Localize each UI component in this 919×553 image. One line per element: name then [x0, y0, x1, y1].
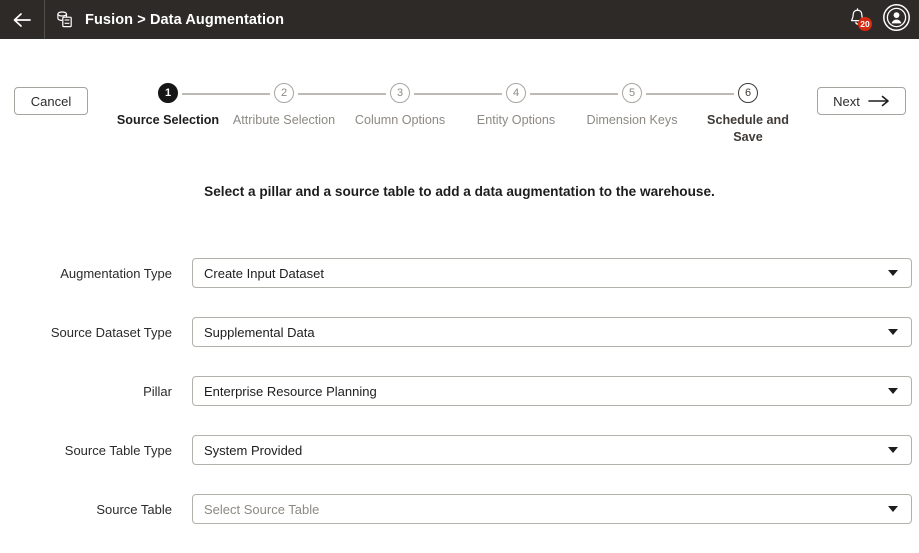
select-pillar[interactable]: Enterprise Resource Planning: [192, 376, 912, 406]
step-circle-5[interactable]: 5: [622, 83, 642, 103]
arrow-left-icon: [12, 12, 32, 28]
step-label-5: Dimension Keys: [587, 112, 678, 129]
next-button[interactable]: Next: [817, 87, 906, 115]
select-pillar-value: Enterprise Resource Planning: [193, 384, 888, 399]
arrow-right-icon: [868, 95, 890, 107]
step-label-1: Source Selection: [117, 112, 219, 129]
label-source-dataset-type: Source Dataset Type: [0, 325, 172, 340]
step-connector: [414, 93, 458, 95]
wizard-step-1[interactable]: 1 Source Selection: [110, 83, 226, 146]
step-connector: [646, 93, 690, 95]
next-button-label: Next: [833, 94, 860, 109]
select-source-dataset-type[interactable]: Supplemental Data: [192, 317, 912, 347]
form-row-source-table-type: Source Table Type System Provided: [0, 435, 919, 465]
step-connector: [574, 93, 618, 95]
wizard-header: Cancel Next 1 Source Selection 2 Attribu…: [0, 39, 919, 164]
form-row-source-table: Source Table Select Source Table: [0, 494, 919, 524]
notifications-button[interactable]: 20: [842, 5, 872, 35]
wizard-step-2[interactable]: 2 Attribute Selection: [226, 83, 342, 146]
step-circle-3[interactable]: 3: [390, 83, 410, 103]
cancel-button-label: Cancel: [31, 94, 71, 109]
database-icon: [56, 11, 74, 29]
notification-count-badge: 20: [858, 17, 872, 31]
wizard-step-5[interactable]: 5 Dimension Keys: [574, 83, 690, 146]
step-label-2: Attribute Selection: [233, 112, 335, 129]
label-source-table: Source Table: [0, 502, 172, 517]
step-connector: [458, 93, 502, 95]
chevron-down-icon[interactable]: [888, 329, 898, 335]
chevron-down-icon[interactable]: [888, 388, 898, 394]
chevron-down-icon[interactable]: [888, 270, 898, 276]
form-row-source-dataset-type: Source Dataset Type Supplemental Data: [0, 317, 919, 347]
wizard-step-3[interactable]: 3 Column Options: [342, 83, 458, 146]
step-connector: [226, 93, 270, 95]
top-bar-divider: [44, 0, 45, 39]
back-button[interactable]: [0, 0, 44, 39]
step-connector: [182, 93, 226, 95]
top-bar: Fusion > Data Augmentation 20: [0, 0, 919, 39]
cancel-button[interactable]: Cancel: [14, 87, 88, 115]
select-source-table-type-value: System Provided: [193, 443, 888, 458]
wizard-step-6[interactable]: 6 Schedule and Save: [690, 83, 806, 146]
step-circle-6[interactable]: 6: [738, 83, 758, 103]
form-row-pillar: Pillar Enterprise Resource Planning: [0, 376, 919, 406]
label-pillar: Pillar: [0, 384, 172, 399]
step-connector: [342, 93, 386, 95]
label-augmentation-type: Augmentation Type: [0, 266, 172, 281]
wizard-stepper: 1 Source Selection 2 Attribute Selection…: [110, 83, 806, 146]
label-source-table-type: Source Table Type: [0, 443, 172, 458]
step-label-6: Schedule and Save: [696, 112, 800, 146]
wizard-step-4[interactable]: 4 Entity Options: [458, 83, 574, 146]
select-source-table-type[interactable]: System Provided: [192, 435, 912, 465]
top-bar-actions: 20: [842, 0, 919, 39]
breadcrumb: Fusion > Data Augmentation: [85, 12, 284, 28]
chevron-down-icon[interactable]: [888, 506, 898, 512]
select-augmentation-type-value: Create Input Dataset: [193, 266, 888, 281]
select-augmentation-type[interactable]: Create Input Dataset: [192, 258, 912, 288]
source-selection-form: Augmentation Type Create Input Dataset S…: [0, 258, 919, 553]
step-circle-4[interactable]: 4: [506, 83, 526, 103]
select-source-table-value: Select Source Table: [193, 502, 888, 517]
step-label-3: Column Options: [355, 112, 445, 129]
step-connector: [690, 93, 734, 95]
page-instruction: Select a pillar and a source table to ad…: [0, 184, 919, 199]
step-connector: [530, 93, 574, 95]
select-source-table[interactable]: Select Source Table: [192, 494, 912, 524]
user-avatar-icon: [882, 3, 911, 37]
step-circle-1[interactable]: 1: [158, 83, 178, 103]
step-circle-2[interactable]: 2: [274, 83, 294, 103]
chevron-down-icon[interactable]: [888, 447, 898, 453]
form-row-augmentation-type: Augmentation Type Create Input Dataset: [0, 258, 919, 288]
step-label-4: Entity Options: [477, 112, 555, 129]
step-connector: [298, 93, 342, 95]
select-source-dataset-type-value: Supplemental Data: [193, 325, 888, 340]
user-avatar-button[interactable]: [880, 4, 912, 36]
